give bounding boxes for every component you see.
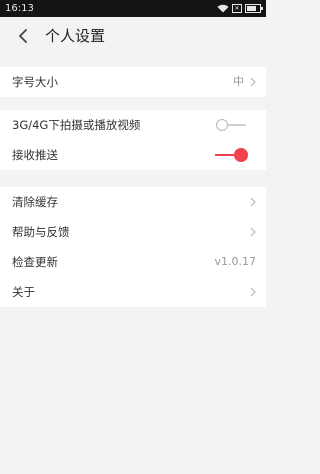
font-size-row[interactable]: 字号大小 中 <box>0 67 266 97</box>
wifi-icon <box>217 4 229 13</box>
toggle-knob <box>216 119 228 131</box>
help-feedback-label: 帮助与反馈 <box>12 225 70 239</box>
chevron-right-icon <box>250 287 256 297</box>
chevron-right-icon <box>250 227 256 237</box>
about-row[interactable]: 关于 <box>0 277 266 307</box>
font-size-value-wrap: 中 <box>233 67 256 97</box>
battery-icon <box>245 4 263 13</box>
clear-cache-label: 清除缓存 <box>12 195 58 209</box>
check-update-label: 检查更新 <box>12 255 58 269</box>
app-header: 个人设置 <box>0 17 266 56</box>
mobile-video-toggle[interactable] <box>216 119 246 131</box>
back-arrow-icon <box>19 29 27 43</box>
help-feedback-right <box>250 217 256 247</box>
about-right <box>250 277 256 307</box>
status-bar: 16:13 ✕ <box>0 0 266 17</box>
font-size-label: 字号大小 <box>12 75 58 89</box>
status-time: 16:13 <box>5 3 34 14</box>
help-feedback-row[interactable]: 帮助与反馈 <box>0 217 266 247</box>
settings-group-other: 清除缓存 帮助与反馈 检查更新 v1.0.17 关于 <box>0 187 266 307</box>
settings-group-network: 3G/4G下拍摄或播放视频 接收推送 <box>0 110 266 170</box>
toggle-knob <box>234 148 248 162</box>
push-notify-toggle[interactable] <box>215 148 248 162</box>
settings-group-display: 字号大小 中 <box>0 67 266 97</box>
sim-icon: ✕ <box>232 4 242 13</box>
clear-cache-row[interactable]: 清除缓存 <box>0 187 266 217</box>
mobile-video-label: 3G/4G下拍摄或播放视频 <box>12 118 141 132</box>
chevron-right-icon <box>250 77 256 87</box>
check-update-row[interactable]: 检查更新 v1.0.17 <box>0 247 266 277</box>
chevron-right-icon <box>250 197 256 207</box>
back-button[interactable] <box>12 25 34 47</box>
about-label: 关于 <box>12 285 35 299</box>
clear-cache-right <box>250 187 256 217</box>
push-notify-row: 接收推送 <box>0 140 266 170</box>
font-size-value: 中 <box>233 75 244 88</box>
push-notify-label: 接收推送 <box>12 148 58 162</box>
status-icons: ✕ <box>217 0 263 17</box>
page-title: 个人设置 <box>45 27 106 45</box>
check-update-right: v1.0.17 <box>215 247 257 277</box>
mobile-video-row: 3G/4G下拍摄或播放视频 <box>0 110 266 140</box>
version-value: v1.0.17 <box>214 255 257 268</box>
